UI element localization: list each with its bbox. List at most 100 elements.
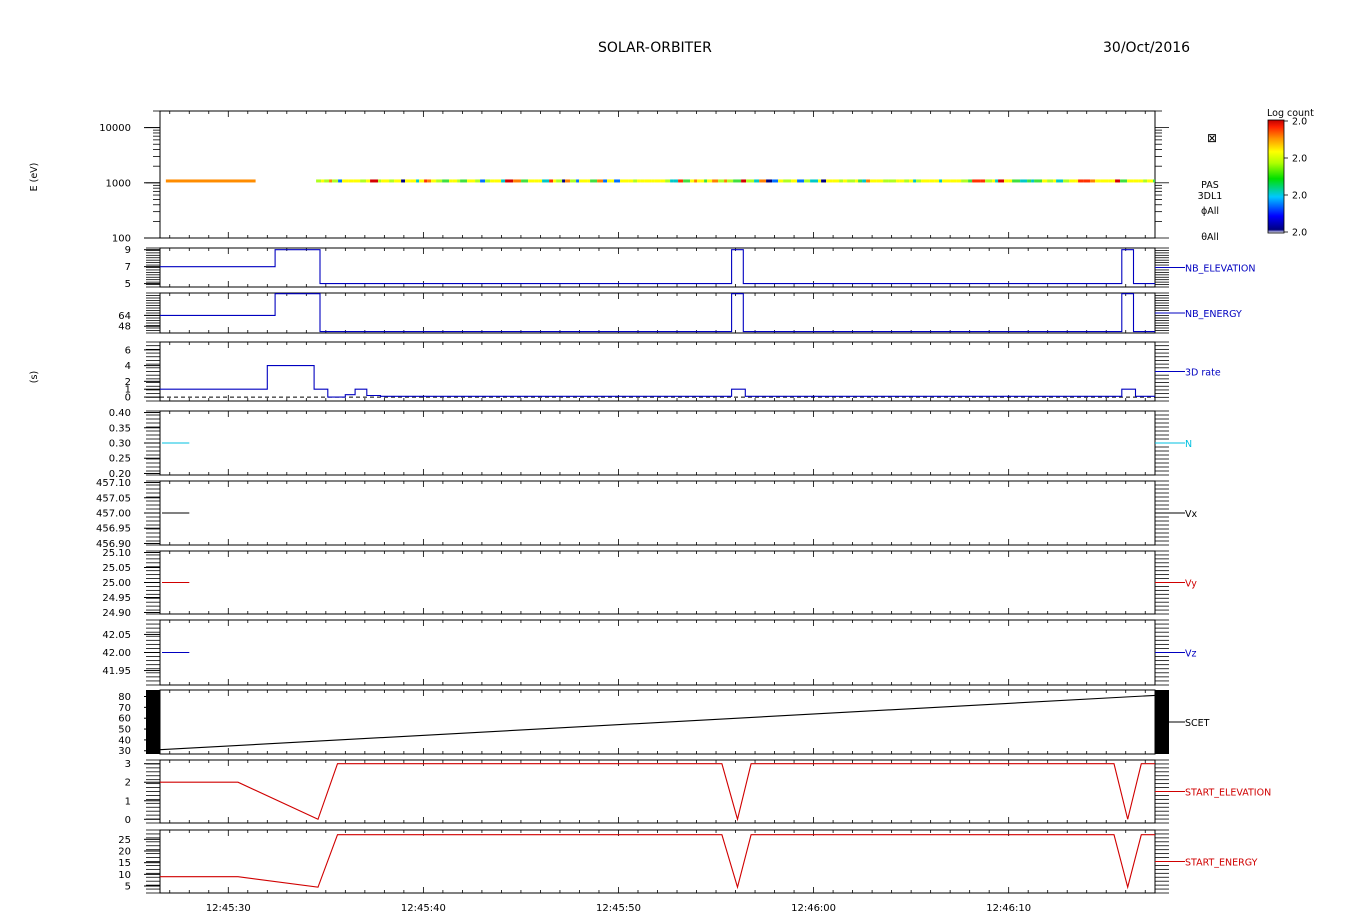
spectrogram-cell — [611, 179, 615, 183]
spectrogram-cell — [644, 179, 652, 183]
spectrogram-cell — [810, 179, 819, 183]
spectrogram-cell — [665, 179, 671, 183]
spectrogram-cell — [521, 179, 529, 183]
spectrogram-cell — [505, 179, 514, 183]
time-tick-label: 12:46:00 — [791, 903, 836, 914]
series-line — [160, 834, 1155, 890]
series-label: NB_ELEVATION — [1185, 264, 1256, 275]
y-tick-label: 5 — [125, 882, 131, 893]
spectrogram-cell — [480, 179, 486, 183]
energy-axis-label: E (eV) — [29, 163, 40, 192]
spectrogram-cell — [1027, 179, 1032, 183]
y-tick-label: 64 — [118, 311, 131, 322]
panel-vx: 457.10457.05457.00456.95456.90Vx — [96, 478, 1197, 550]
series-line — [160, 293, 1155, 333]
spectrogram-cell — [607, 179, 612, 183]
spectrogram-cell — [712, 179, 719, 183]
spectrogram-cell — [348, 179, 354, 183]
spectrogram-cell — [980, 179, 986, 183]
spectrogram-cell — [342, 179, 349, 183]
spectrogram-cell — [1147, 179, 1154, 183]
spectrogram-cell — [424, 179, 428, 183]
spectrogram-cell — [783, 179, 792, 183]
series-label: Vy — [1185, 579, 1197, 590]
y-tick-label: 0 — [125, 815, 131, 826]
spectrogram-cell — [939, 179, 943, 183]
spectrogram-cell — [1078, 179, 1084, 183]
spectrogram-cell — [640, 179, 645, 183]
spectrogram-cell — [660, 179, 666, 183]
y-tick-label: 0.40 — [109, 408, 131, 419]
spectrogram-cell — [494, 179, 502, 183]
spectrogram-cell — [534, 179, 539, 183]
y-tick-label: 4 — [125, 361, 131, 372]
spectrogram-cell — [614, 179, 621, 183]
spectrogram-cell — [1112, 179, 1116, 183]
y-tick-label: 25.10 — [102, 548, 131, 559]
spectrogram-cell — [654, 179, 661, 183]
series-label: N — [1185, 439, 1192, 450]
panel-frame — [159, 480, 1156, 546]
spectrogram-cell — [832, 179, 840, 183]
spectrogram-cell — [921, 179, 930, 183]
spectrogram-cell — [934, 179, 940, 183]
spectrogram-cell — [590, 179, 598, 183]
panel-vy: 25.10 25.05 25.00 24.95 24.90 Vy — [102, 548, 1197, 619]
spectrogram-cell — [549, 179, 554, 183]
spectrogram-cell — [697, 179, 701, 183]
spectrogram-cell — [704, 179, 708, 183]
spectrogram-cell — [950, 179, 957, 183]
y-tick-label: 20 — [118, 847, 131, 858]
y-tick-label: 48 — [118, 322, 131, 333]
panel-start-elevation: 3 2 1 0 START_ELEVATION — [125, 759, 1272, 826]
spectrogram-cell — [628, 179, 634, 183]
panel-frame — [159, 759, 1156, 824]
y-tick-label: 0 — [125, 393, 131, 404]
spectrogram-cell — [419, 179, 425, 183]
spectrogram-cell — [366, 179, 371, 183]
spectrogram-cell — [460, 179, 468, 183]
spectrogram-cell — [1083, 179, 1091, 183]
panel-nb-elevation: 9 7 5 NB_ELEVATION — [125, 245, 1256, 290]
time-tick-label: 12:45:50 — [596, 903, 641, 914]
spectrogram-cell — [913, 179, 917, 183]
spectrogram-cell — [733, 179, 742, 183]
spectrogram-cell — [1042, 179, 1048, 183]
spectrogram-cell — [718, 179, 725, 183]
spectrogram-cell — [694, 179, 698, 183]
spectrogram-cell — [995, 179, 999, 183]
spectrogram-cell — [821, 179, 827, 183]
y-tick-label: 457.00 — [96, 509, 131, 520]
spectrogram-cell — [651, 179, 655, 183]
spectrogram-cell — [370, 179, 379, 183]
spectrogram-cell — [683, 179, 691, 183]
spectrogram-cell — [475, 179, 481, 183]
time-tick-label: 12:46:10 — [986, 903, 1031, 914]
spectrogram-cell — [633, 179, 638, 183]
spectrogram-cell — [778, 179, 784, 183]
y-tick-label: 3 — [125, 759, 131, 770]
spectrogram-cell — [791, 179, 798, 183]
spectrogram-cell — [353, 179, 361, 183]
spectrogram-cell — [597, 179, 604, 183]
series-label: NB_ENERGY — [1185, 309, 1242, 320]
y-tick-label: 2 — [125, 778, 131, 789]
spectrogram-cell — [562, 179, 566, 183]
spectrogram-cell — [904, 179, 910, 183]
spectrogram-cell — [378, 179, 382, 183]
spectrogram-cell — [457, 179, 461, 183]
spectrogram-label: θAll — [1201, 232, 1219, 243]
spectrogram-cell — [565, 179, 571, 183]
spectrogram-cell — [916, 179, 922, 183]
series-label: 3D rate — [1185, 368, 1221, 379]
y-tick-label: 25 — [118, 835, 131, 846]
y-tick-label: 60 — [118, 714, 131, 725]
spectrogram-cell — [972, 179, 981, 183]
spectrogram-cell — [620, 179, 629, 183]
series-line — [160, 249, 1155, 285]
panel-frame — [159, 619, 1156, 686]
spectrogram-cell — [556, 179, 563, 183]
spectrogram-cell — [436, 179, 443, 183]
spectrogram-cell — [485, 179, 491, 183]
spectrogram-cell — [839, 179, 844, 183]
